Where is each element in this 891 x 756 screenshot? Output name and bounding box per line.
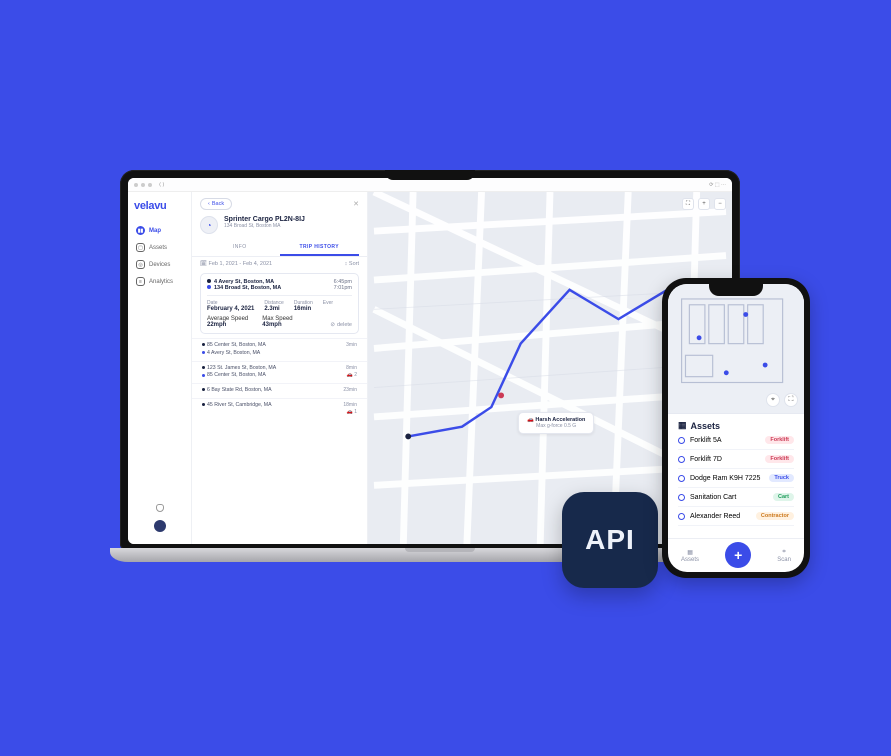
sidebar-item-label: Analytics bbox=[149, 279, 173, 285]
scan-icon: ⌗ bbox=[782, 549, 785, 556]
sidebar-item-label: Devices bbox=[149, 262, 170, 268]
analytics-icon: ≡ bbox=[136, 277, 145, 286]
asset-row[interactable]: Alexander Reed Contractor bbox=[678, 507, 794, 526]
phone-mockup: ⌖ ⛶ ▦ Assets Forklift 5A Forklift Forkli… bbox=[662, 278, 810, 578]
status-ring-icon bbox=[678, 475, 685, 482]
status-ring-icon bbox=[678, 494, 685, 501]
asset-tag: Cart bbox=[773, 493, 794, 501]
app-container: velavu ▮▮ Map ▢ Assets ◎ Devices ≡ bbox=[128, 192, 732, 544]
trip-distance: 2.3mi bbox=[264, 306, 283, 312]
trip-end-time: 7:01pm bbox=[334, 285, 352, 291]
sidebar-item-assets[interactable]: ▢ Assets bbox=[134, 239, 185, 256]
sidebar-item-map[interactable]: ▮▮ Map bbox=[134, 222, 185, 239]
delete-button[interactable]: ⊘delete bbox=[330, 322, 352, 328]
close-icon[interactable]: ✕ bbox=[353, 200, 359, 208]
api-label: API bbox=[585, 524, 635, 556]
asset-row[interactable]: Dodge Ram K9H 7225 Truck bbox=[678, 469, 794, 488]
phone-locate-button[interactable]: ⌖ bbox=[766, 393, 780, 407]
brand-logo: velavu bbox=[134, 200, 185, 212]
phone-expand-button[interactable]: ⛶ bbox=[784, 393, 798, 407]
trip-card[interactable]: 4 Avery St, Boston, MA 6:45pm 134 Broad … bbox=[200, 273, 359, 334]
asset-row[interactable]: Sanitation Cart Cart bbox=[678, 488, 794, 507]
sidebar-item-devices[interactable]: ◎ Devices bbox=[134, 256, 185, 273]
window-dot bbox=[134, 183, 138, 187]
trip-avg-speed: 22mph bbox=[207, 322, 248, 328]
trip-row[interactable]: 45 River St, Cambridge, MA 18min🚗 1 bbox=[192, 398, 367, 419]
delete-icon: ⊘ bbox=[330, 322, 335, 328]
trip-row[interactable]: 85 Center St, Boston, MA 4 Avery St, Bos… bbox=[192, 338, 367, 361]
asset-tag: Truck bbox=[769, 474, 794, 482]
sidebar: velavu ▮▮ Map ▢ Assets ◎ Devices ≡ bbox=[128, 192, 192, 544]
trip-end-addr: 134 Broad St, Boston, MA bbox=[214, 285, 281, 291]
asset-name: Sanitation Cart bbox=[690, 494, 736, 501]
tooltip-subtitle: Max g-force 0.5 G bbox=[527, 423, 585, 429]
window-dot bbox=[141, 183, 145, 187]
status-ring-icon bbox=[678, 513, 685, 520]
date-range: Feb 1, 2021 - Feb 4, 2021 bbox=[209, 261, 273, 267]
phone-assets-panel: ▦ Assets Forklift 5A Forklift Forklift 7… bbox=[668, 414, 804, 538]
trip-max-speed: 43mph bbox=[262, 322, 292, 328]
tabbar-scan[interactable]: ⌗ Scan bbox=[777, 549, 791, 563]
trip-row[interactable]: 123 St. James St, Boston, MA 85 Center S… bbox=[192, 361, 367, 384]
map-zoom-in-button[interactable]: + bbox=[698, 198, 710, 210]
window-dot bbox=[148, 183, 152, 187]
tab-trip-history[interactable]: TRIP HISTORY bbox=[280, 240, 360, 256]
chevron-left-icon: ‹ bbox=[208, 201, 210, 207]
trip-duration: 16min bbox=[294, 306, 313, 312]
api-badge: API bbox=[562, 492, 658, 588]
browser-chrome: ⟨ ⟩ ⟳ ⬚ ⋯ bbox=[128, 178, 732, 192]
asset-subtitle: 134 Broad St, Boston MA bbox=[224, 223, 305, 229]
asset-name: Dodge Ram K9H 7225 bbox=[690, 475, 760, 482]
assets-title: Assets bbox=[691, 421, 721, 431]
map-event-tooltip: 🚗 Harsh Acceleration Max g-force 0.5 G bbox=[518, 412, 594, 434]
phone-map[interactable]: ⌖ ⛶ bbox=[668, 284, 804, 414]
laptop-notch bbox=[385, 170, 475, 180]
asset-tag: Contractor bbox=[756, 512, 794, 520]
phone-notch bbox=[709, 284, 763, 296]
avatar[interactable] bbox=[154, 520, 166, 532]
status-ring-icon bbox=[678, 456, 685, 463]
tabbar-assets[interactable]: ▦ Assets bbox=[681, 549, 699, 563]
asset-avatar-icon: ◔ bbox=[200, 216, 218, 234]
asset-row[interactable]: Forklift 7D Forklift bbox=[678, 450, 794, 469]
detail-panel: ‹ Back ✕ ◔ Sprinter Cargo PL2N-8IJ 134 B… bbox=[192, 192, 368, 544]
sidebar-item-label: Map bbox=[149, 228, 161, 234]
status-ring-icon bbox=[678, 437, 685, 444]
asset-name: Forklift 5A bbox=[690, 437, 722, 444]
trip-date: February 4, 2021 bbox=[207, 306, 254, 312]
map-zoom-out-button[interactable]: − bbox=[714, 198, 726, 210]
asset-title: Sprinter Cargo PL2N-8IJ bbox=[224, 216, 305, 223]
sidebar-item-label: Assets bbox=[149, 245, 167, 251]
tabbar-add-button[interactable]: + bbox=[725, 542, 751, 568]
sort-button[interactable]: ↕ Sort bbox=[345, 261, 359, 267]
back-button[interactable]: ‹ Back bbox=[200, 198, 232, 210]
back-label: Back bbox=[212, 201, 224, 207]
bell-icon[interactable] bbox=[156, 504, 164, 512]
asset-row[interactable]: Forklift 5A Forklift bbox=[678, 431, 794, 450]
map-fullscreen-button[interactable]: ⛶ bbox=[682, 198, 694, 210]
sidebar-item-analytics[interactable]: ≡ Analytics bbox=[134, 273, 185, 290]
asset-name: Alexander Reed bbox=[690, 513, 740, 520]
trip-row[interactable]: 6 Bay State Rd, Boston, MA 23min bbox=[192, 383, 367, 398]
asset-tag: Forklift bbox=[765, 455, 794, 463]
devices-icon: ◎ bbox=[136, 260, 145, 269]
grid-icon: ▦ bbox=[687, 549, 693, 556]
phone-tabbar: ▦ Assets + ⌗ Scan bbox=[668, 538, 804, 572]
laptop-screen: ⟨ ⟩ ⟳ ⬚ ⋯ velavu ▮▮ Map ▢ Assets bbox=[120, 170, 740, 550]
tab-info[interactable]: INFO bbox=[200, 240, 280, 256]
calendar-icon[interactable]: 🗓 Feb 1, 2021 - Feb 4, 2021 bbox=[200, 261, 272, 267]
asset-tag: Forklift bbox=[765, 436, 794, 444]
grid-icon: ▦ bbox=[678, 420, 687, 431]
asset-name: Forklift 7D bbox=[690, 456, 722, 463]
map-icon: ▮▮ bbox=[136, 226, 145, 235]
assets-icon: ▢ bbox=[136, 243, 145, 252]
